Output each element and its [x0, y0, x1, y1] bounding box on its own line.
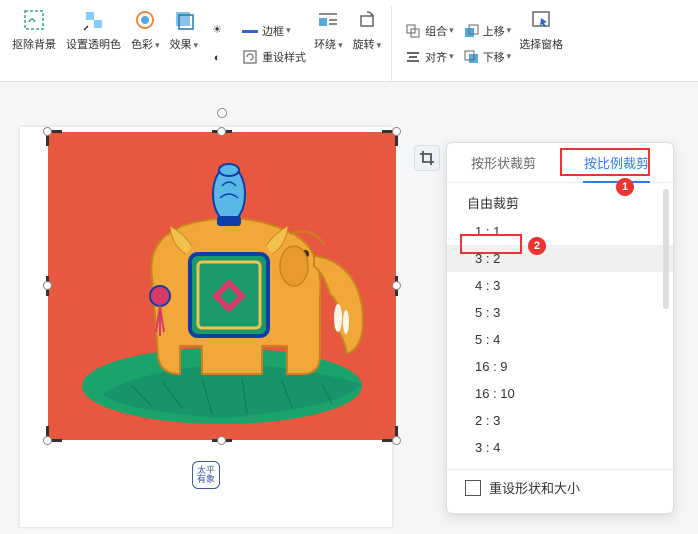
list-scrollbar[interactable] [663, 189, 669, 309]
chevron-down-icon: ▾ [286, 25, 291, 36]
select-pane-icon [527, 6, 555, 34]
chevron-down-icon: ▾ [449, 51, 454, 62]
document-page: 太平有象 [20, 127, 392, 527]
chevron-down-icon: ▾ [449, 25, 454, 36]
item-free-crop[interactable]: 自由裁剪 [447, 187, 673, 218]
item-ratio-16-10[interactable]: 16 : 10 [447, 380, 673, 407]
chevron-down-icon: ▾ [507, 51, 512, 62]
tab-crop-by-shape[interactable]: 按形状裁剪 [447, 143, 560, 182]
sun-icon: ☀ [208, 21, 226, 39]
resize-handle-bottom[interactable] [217, 436, 226, 445]
annotation-badge-2: 2 [528, 237, 546, 255]
item-ratio-4-3[interactable]: 4 : 3 [447, 272, 673, 299]
contrast-button[interactable]: ◐ [204, 47, 233, 69]
move-down-button[interactable]: 下移▾ [458, 46, 516, 68]
item-ratio-3-4[interactable]: 3 : 4 [447, 434, 673, 461]
effect-button[interactable]: 效果▾ [166, 6, 203, 81]
rotate-button[interactable]: 旋转▾ [349, 6, 393, 81]
remove-background-button[interactable]: 抠除背景 [8, 6, 60, 81]
resize-handle-br[interactable] [392, 436, 401, 445]
resize-handle-bl[interactable] [43, 436, 52, 445]
item-ratio-5-3[interactable]: 5 : 3 [447, 299, 673, 326]
align-icon [404, 48, 422, 66]
resize-handle-top[interactable] [217, 127, 226, 136]
send-backward-icon [462, 48, 480, 66]
wrap-icon [314, 6, 342, 34]
set-transparent-button[interactable]: 设置透明色 [62, 6, 125, 81]
group-icon [404, 22, 422, 40]
contrast-icon: ◐ [208, 49, 226, 67]
rotate-icon [353, 6, 381, 34]
chevron-down-icon: ▾ [338, 40, 343, 50]
select-pane-button[interactable]: 选择窗格 [515, 6, 567, 81]
combine-button[interactable]: 组合▾ [400, 20, 458, 42]
bring-forward-icon [462, 22, 480, 40]
color-button[interactable]: 色彩▾ [127, 6, 164, 81]
crop-floating-button[interactable] [414, 145, 440, 171]
reset-icon [241, 48, 259, 66]
reset-shape-size-button[interactable]: 重设形状和大小 [447, 469, 673, 505]
border-icon [241, 22, 259, 40]
annotation-box-1 [560, 148, 650, 176]
caption-stamp: 太平有象 [192, 461, 220, 489]
crop-icon [419, 150, 435, 166]
brightness-button[interactable]: ☀ [204, 19, 233, 41]
reset-shape-icon [465, 480, 481, 496]
resize-handle-tr[interactable] [392, 127, 401, 136]
wrap-button[interactable]: 环绕▾ [310, 6, 347, 81]
color-icon [131, 6, 159, 34]
move-up-button[interactable]: 上移▾ [458, 20, 516, 42]
transparent-icon [80, 6, 108, 34]
ratio-list: 自由裁剪 1 : 1 3 : 2 4 : 3 5 : 3 5 : 4 16 : … [447, 183, 673, 465]
reset-style-button[interactable]: 重设样式 [237, 46, 310, 68]
effect-icon [170, 6, 198, 34]
chevron-down-icon: ▾ [377, 40, 382, 50]
align-button[interactable]: 对齐▾ [400, 46, 458, 68]
item-ratio-5-4[interactable]: 5 : 4 [447, 326, 673, 353]
resize-handle-left[interactable] [43, 281, 52, 290]
selected-image[interactable] [48, 132, 396, 440]
chevron-down-icon: ▾ [194, 40, 199, 50]
chevron-down-icon: ▾ [507, 25, 512, 36]
item-ratio-16-9[interactable]: 16 : 9 [447, 353, 673, 380]
ribbon-toolbar: 抠除背景 设置透明色 色彩▾ 效果▾ ☀ ◐ 边框▾ 重设样式 环绕▾ 旋转▾ … [0, 0, 698, 82]
item-ratio-2-3[interactable]: 2 : 3 [447, 407, 673, 434]
resize-handle-right[interactable] [392, 281, 401, 290]
crop-popup: 按形状裁剪 按比例裁剪 自由裁剪 1 : 1 3 : 2 4 : 3 5 : 3… [446, 142, 674, 514]
rotate-handle[interactable] [217, 108, 227, 118]
canvas-area: 太平有象 按形状裁剪 按比例裁剪 自由裁剪 1 : 1 3 : 2 4 : 3 … [0, 82, 698, 534]
border-button[interactable]: 边框▾ [237, 20, 310, 42]
image-content [48, 132, 396, 440]
annotation-box-2 [460, 234, 522, 254]
remove-bg-icon [20, 6, 48, 34]
annotation-badge-1: 1 [616, 178, 634, 196]
resize-handle-tl[interactable] [43, 127, 52, 136]
chevron-down-icon: ▾ [155, 40, 160, 50]
